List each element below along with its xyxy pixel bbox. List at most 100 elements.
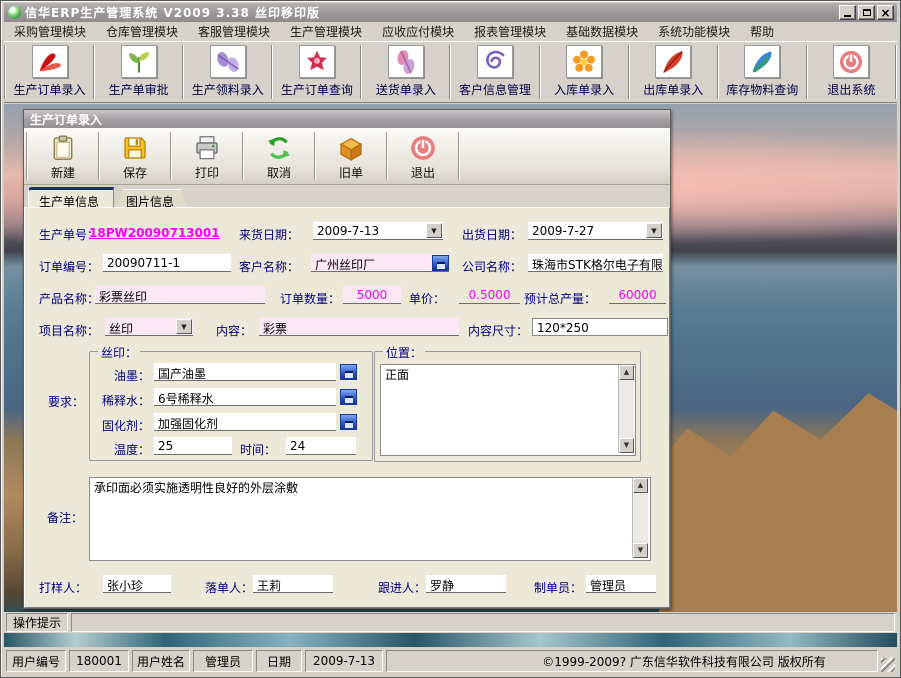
- tab-production-order-info[interactable]: 生产单信息: [28, 187, 114, 207]
- menu-item-base-data[interactable]: 基础数据模块: [556, 21, 648, 42]
- hardener-lookup-button[interactable]: [340, 414, 357, 430]
- minimize-button[interactable]: [839, 5, 856, 20]
- old-order-box-icon: [336, 133, 366, 163]
- follower-field[interactable]: 罗静: [426, 575, 506, 593]
- hardener-field[interactable]: 加强固化剂: [154, 413, 336, 431]
- delivery-note-entry-button[interactable]: 送货单录入: [362, 42, 449, 102]
- dialog-title: 生产订单录入: [30, 111, 102, 128]
- maximize-button[interactable]: [858, 5, 875, 20]
- placer-field[interactable]: 王莉: [253, 575, 333, 593]
- resize-grip[interactable]: [881, 658, 895, 672]
- ship-date-label: 出货日期：: [462, 226, 522, 243]
- position-textarea[interactable]: 正面: [380, 364, 636, 456]
- status-bar: 用户编号 180001 用户姓名 管理员 日期 2009-7-13 ©1999-…: [4, 648, 897, 674]
- remark-textarea[interactable]: 承印面必须实施透明性良好的外层涂敷: [89, 477, 651, 561]
- placer-label: 落单人：: [205, 579, 253, 596]
- ink-lookup-button[interactable]: [340, 364, 357, 380]
- scroll-down-icon[interactable]: ▼: [619, 438, 634, 453]
- inventory-query-button[interactable]: 库存物料查询: [719, 42, 806, 102]
- company-field[interactable]: 珠海市STK格尔电子有限: [528, 254, 663, 272]
- order-id-field[interactable]: 20090711-1: [103, 254, 231, 272]
- chevron-down-icon[interactable]: ▼: [646, 223, 662, 238]
- content-field[interactable]: 彩票: [259, 318, 459, 336]
- hint-label: 操作提示: [6, 613, 68, 632]
- menu-item-production[interactable]: 生产管理模块: [280, 21, 372, 42]
- silk-print-group: 丝印： 油墨： 国产油墨 稀释水： 6号稀释水 固化剂： 加强固化剂 温度： 2…: [89, 351, 373, 461]
- scroll-up-icon[interactable]: ▲: [619, 365, 634, 380]
- sampler-label: 打样人：: [39, 579, 87, 596]
- menu-item-reports[interactable]: 报表管理模块: [464, 21, 556, 42]
- user-name-label: 用户姓名: [132, 650, 190, 672]
- close-button[interactable]: ×: [877, 5, 894, 20]
- production-order-no: 18PW20090713001: [89, 226, 220, 240]
- price-field[interactable]: 0.5000: [459, 286, 520, 304]
- temp-label: 温度：: [90, 441, 150, 458]
- menu-item-ar-ap[interactable]: 应收应付模块: [372, 21, 464, 42]
- menu-item-customer-service[interactable]: 客服管理模块: [188, 21, 280, 42]
- menu-item-help[interactable]: 帮助: [740, 21, 784, 42]
- close-icon: ×: [880, 7, 890, 19]
- chevron-down-icon[interactable]: ▼: [176, 319, 192, 334]
- product-field[interactable]: 彩票丝印: [95, 286, 265, 304]
- table-lookup-icon: [345, 421, 353, 428]
- production-order-query-button[interactable]: 生产订单查询: [273, 42, 360, 102]
- sampler-field[interactable]: 张小珍: [103, 575, 171, 593]
- thinner-label: 稀释水：: [90, 392, 150, 409]
- customer-info-management-button[interactable]: 客户信息管理: [451, 42, 538, 102]
- inbound-entry-button[interactable]: 入库单录入: [541, 42, 628, 102]
- hint-message: [71, 613, 895, 632]
- customer-lookup-button[interactable]: [432, 255, 449, 271]
- exit-system-button[interactable]: 退出系统: [808, 42, 895, 102]
- incoming-date-select[interactable]: 2009-7-13 ▼: [313, 222, 443, 240]
- tab-picture-info[interactable]: 图片信息: [116, 189, 188, 207]
- ship-date-select[interactable]: 2009-7-27 ▼: [528, 222, 663, 240]
- incoming-date-label: 来货日期：: [239, 226, 299, 243]
- cancel-button[interactable]: 取消: [244, 128, 314, 184]
- temp-field[interactable]: 25: [154, 437, 232, 455]
- scroll-down-icon[interactable]: ▼: [633, 543, 648, 558]
- remark-scrollbar[interactable]: ▲ ▼: [632, 478, 648, 558]
- exit-button[interactable]: 退出: [388, 128, 458, 184]
- power-icon: [408, 133, 438, 163]
- follower-label: 跟进人：: [378, 579, 426, 596]
- hardener-label: 固化剂：: [90, 417, 150, 434]
- print-button[interactable]: 打印: [172, 128, 242, 184]
- material-requisition-entry-button[interactable]: 生产领料录入: [184, 42, 271, 102]
- outbound-entry-button[interactable]: 出库单录入: [630, 42, 717, 102]
- customer-field[interactable]: 广州丝印厂: [311, 254, 449, 272]
- maker-label: 制单员：: [534, 579, 582, 596]
- thinner-lookup-button[interactable]: [340, 389, 357, 405]
- app-window: 信华ERP生产管理系统 V2009 3.38 丝印移印版 × 采购管理模块 仓库…: [0, 0, 901, 678]
- production-order-approval-button[interactable]: 生产单审批: [95, 42, 182, 102]
- production-order-entry-button[interactable]: 生产订单录入: [6, 42, 93, 102]
- user-id-value: 180001: [69, 650, 129, 672]
- menu-item-system[interactable]: 系统功能模块: [648, 21, 740, 42]
- require-label: 要求：: [48, 393, 84, 410]
- ocean-foam: [4, 631, 897, 647]
- menu-item-warehouse[interactable]: 仓库管理模块: [96, 21, 188, 42]
- main-toolbar: 生产订单录入 生产单审批 生产领料录入 生产订单查询 送货单录入 客户信息管理: [4, 41, 897, 103]
- chevron-down-icon[interactable]: ▼: [426, 223, 442, 238]
- qty-field[interactable]: 5000: [343, 286, 401, 304]
- dialog-title-bar[interactable]: 生产订单录入: [24, 110, 670, 128]
- scroll-up-icon[interactable]: ▲: [633, 478, 648, 493]
- red-flower-icon: [299, 45, 335, 78]
- project-select[interactable]: 丝印 ▼: [105, 318, 193, 336]
- time-field[interactable]: 24: [286, 437, 356, 455]
- position-scrollbar[interactable]: ▲ ▼: [618, 365, 634, 453]
- red-feather-icon: [655, 45, 691, 78]
- silk-group-title: 丝印：: [98, 344, 140, 361]
- content-size-field[interactable]: 120*250: [532, 318, 668, 336]
- est-total-field[interactable]: 60000: [609, 286, 666, 304]
- ink-field[interactable]: 国产油墨: [154, 363, 336, 381]
- user-id-label: 用户编号: [6, 650, 66, 672]
- maker-field[interactable]: 管理员: [586, 575, 656, 593]
- old-order-button[interactable]: 旧单: [316, 128, 386, 184]
- save-button[interactable]: 保存: [100, 128, 170, 184]
- order-id-label: 订单编号：: [39, 258, 99, 275]
- table-lookup-icon: [345, 371, 353, 378]
- thinner-field[interactable]: 6号稀释水: [154, 388, 336, 406]
- menu-item-purchase[interactable]: 采购管理模块: [4, 21, 96, 42]
- new-button[interactable]: 新建: [28, 128, 98, 184]
- floppy-save-icon: [120, 133, 150, 163]
